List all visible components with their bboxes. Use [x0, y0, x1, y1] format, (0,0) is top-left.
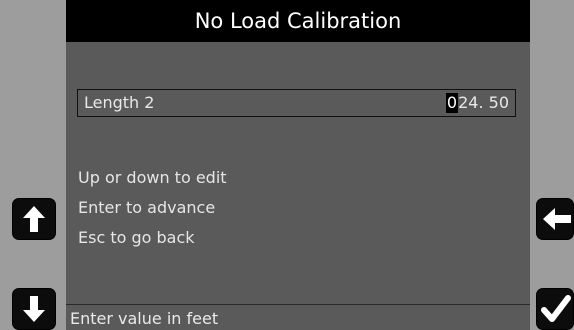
instruction-line: Enter to advance	[78, 198, 216, 217]
right-bezel	[530, 0, 574, 330]
display-screen: No Load Calibration Length 2 024. 50 Up …	[66, 0, 530, 330]
arrow-up-icon	[23, 206, 45, 232]
arrow-left-icon	[543, 208, 571, 230]
enter-button[interactable]	[536, 288, 574, 330]
left-bezel	[0, 0, 66, 330]
field-value[interactable]: 024. 50	[445, 93, 509, 113]
page-title: No Load Calibration	[66, 0, 530, 42]
up-button[interactable]	[12, 198, 56, 240]
back-button[interactable]	[536, 198, 574, 240]
edit-cursor-digit[interactable]: 0	[445, 93, 459, 113]
instruction-line: Up or down to edit	[78, 168, 227, 187]
down-button[interactable]	[12, 288, 56, 330]
arrow-down-icon	[23, 296, 45, 322]
instructions: Up or down to edit Enter to advance Esc …	[78, 167, 227, 257]
instruction-line: Esc to go back	[78, 228, 195, 247]
length-field[interactable]: Length 2 024. 50	[77, 89, 516, 117]
checkmark-icon	[541, 295, 571, 322]
field-label: Length 2	[84, 93, 155, 112]
status-text: Enter value in feet	[70, 309, 219, 328]
status-bar: Enter value in feet	[66, 304, 530, 330]
value-digits: 24. 50	[458, 93, 509, 112]
